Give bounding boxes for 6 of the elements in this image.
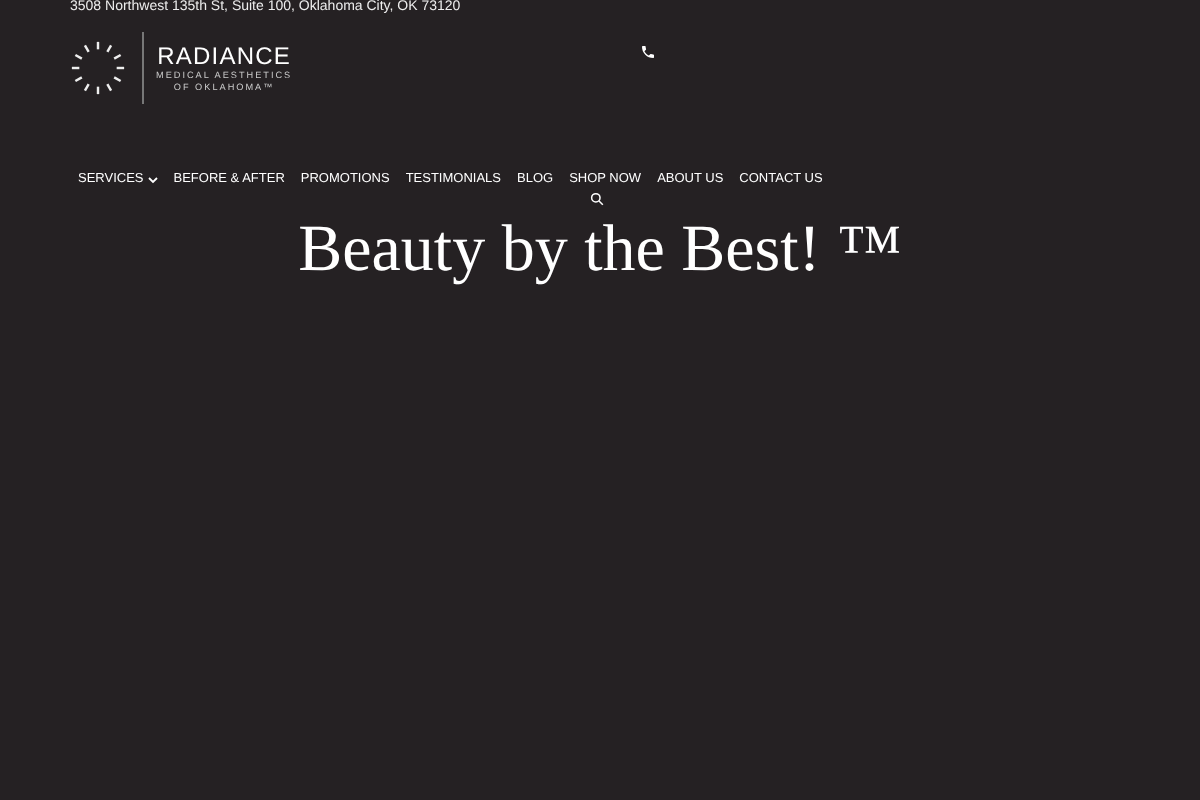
logo-wordmark: RADIANCE [157,43,291,69]
search-icon[interactable] [590,192,604,206]
hero-heading: Beauty by the Best! ™ [296,212,904,290]
caret-icon [147,175,158,183]
sunburst-logo-icon [70,40,126,96]
phone-icon[interactable] [640,44,657,60]
